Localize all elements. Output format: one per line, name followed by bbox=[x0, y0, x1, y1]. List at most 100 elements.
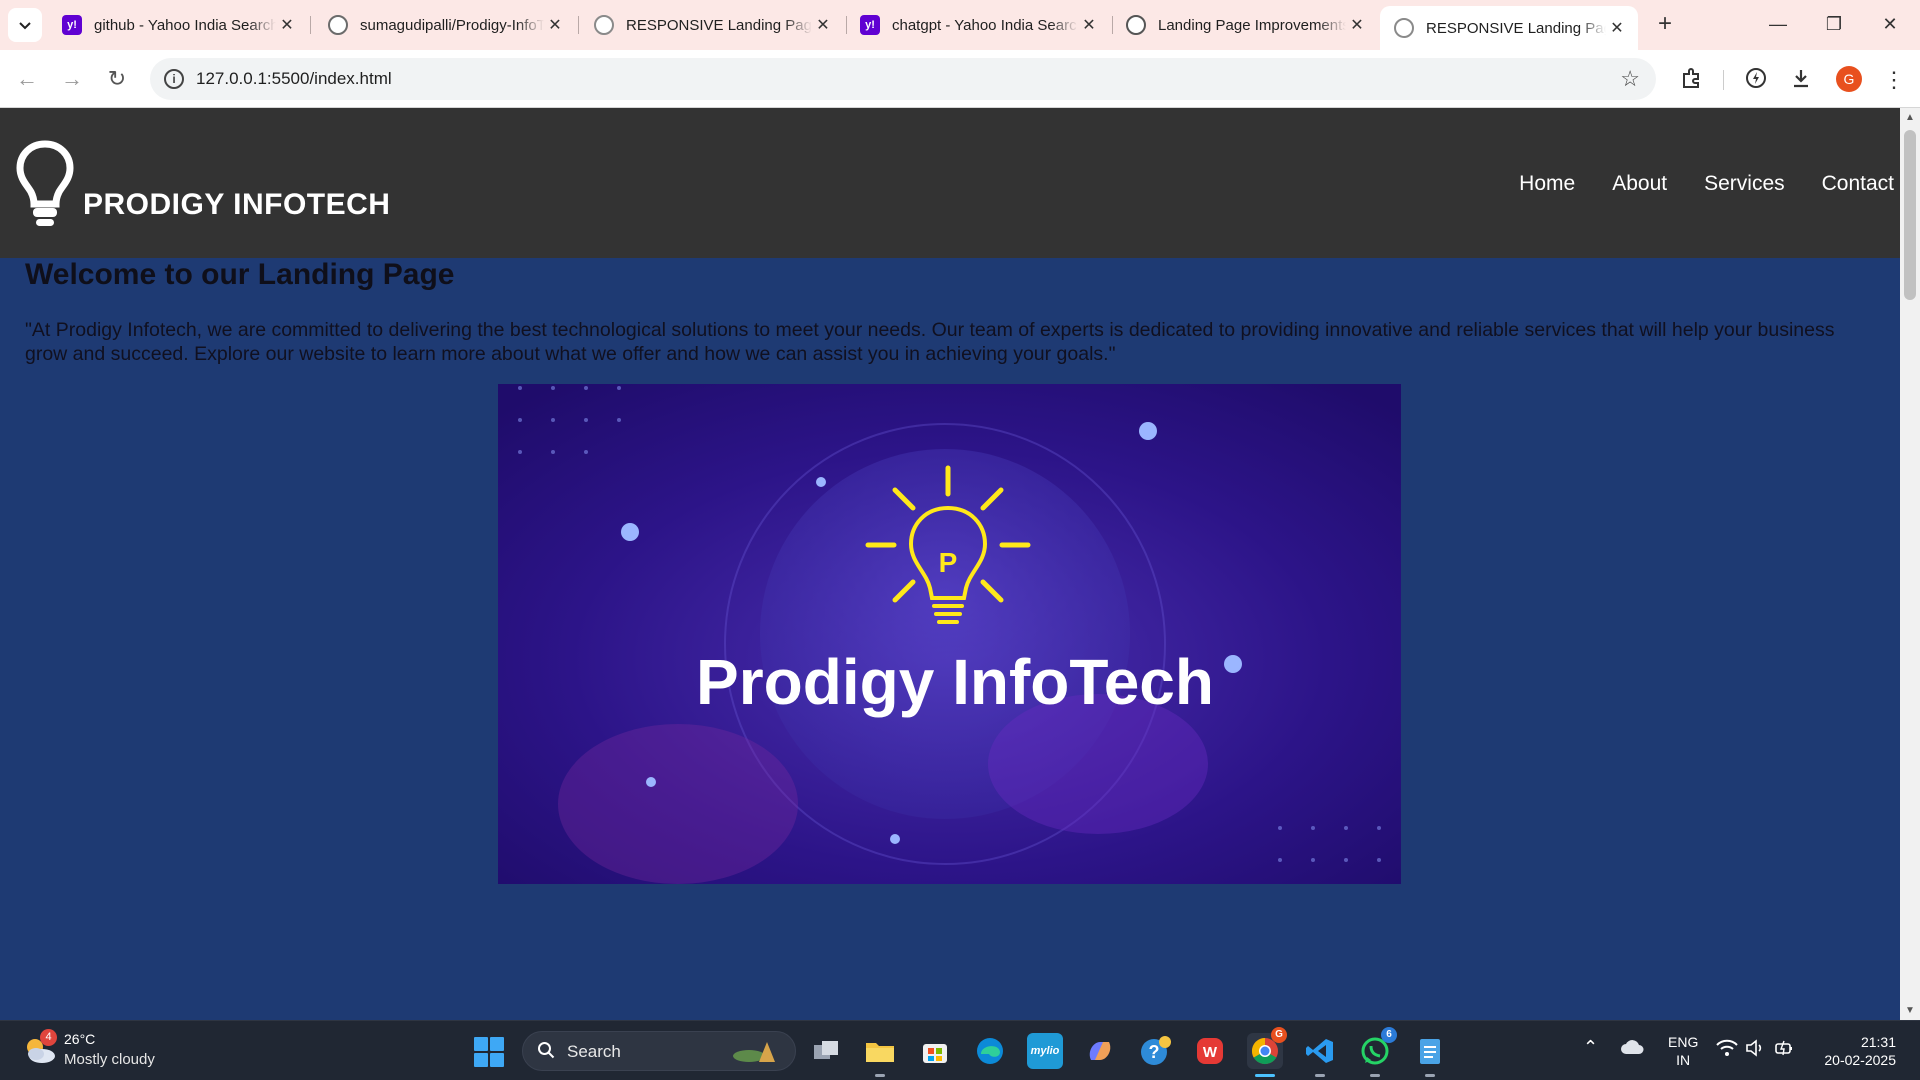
lightbulb-logo-icon bbox=[16, 140, 74, 226]
start-button[interactable] bbox=[474, 1037, 504, 1067]
help-icon[interactable]: ? bbox=[1137, 1033, 1173, 1069]
running-indicator bbox=[1370, 1074, 1380, 1077]
reload-button[interactable]: ↻ bbox=[102, 64, 132, 94]
nav-services-link[interactable]: Services bbox=[1704, 172, 1785, 196]
tab-5[interactable]: Landing Page Improvements ✕ bbox=[1112, 6, 1378, 44]
weather-alert-badge: 4 bbox=[40, 1029, 57, 1046]
page-viewport: PRODIGY INFOTECH Home About Services Con… bbox=[0, 108, 1900, 1020]
battery-charging-icon[interactable] bbox=[1774, 1039, 1796, 1060]
address-bar[interactable]: i 127.0.0.1:5500/index.html ☆ bbox=[150, 58, 1656, 100]
page-heading: Welcome to our Landing Page bbox=[25, 258, 455, 291]
windows-logo-pane bbox=[474, 1053, 488, 1067]
bookmark-star-icon[interactable]: ☆ bbox=[1620, 66, 1640, 92]
volume-icon[interactable] bbox=[1745, 1039, 1765, 1060]
close-icon[interactable]: ✕ bbox=[1346, 15, 1368, 35]
tab-separator bbox=[578, 16, 579, 34]
close-icon[interactable]: ✕ bbox=[544, 15, 566, 35]
onedrive-cloud-icon[interactable] bbox=[1620, 1039, 1644, 1058]
site-brand[interactable]: PRODIGY INFOTECH bbox=[83, 188, 390, 222]
hero-image-title: Prodigy InfoTech bbox=[696, 646, 1214, 718]
show-hidden-icons-chevron-icon[interactable]: ⌃ bbox=[1583, 1037, 1598, 1058]
tab-title: github - Yahoo India Search bbox=[94, 16, 276, 34]
tab-title: sumagudipalli/Prodigy-InfoTech bbox=[360, 16, 544, 34]
performance-icon[interactable] bbox=[1742, 66, 1770, 94]
vscode-icon[interactable] bbox=[1302, 1033, 1338, 1077]
wps-office-icon[interactable]: W bbox=[1192, 1033, 1228, 1069]
language-code: ENG bbox=[1668, 1034, 1699, 1050]
tab-4[interactable]: y! chatgpt - Yahoo India Search ✕ bbox=[846, 6, 1110, 44]
system-clock[interactable]: 21:31 20-02-2025 bbox=[1824, 1033, 1896, 1069]
notepad-icon[interactable] bbox=[1412, 1033, 1448, 1077]
url-text[interactable]: 127.0.0.1:5500/index.html bbox=[196, 69, 392, 89]
search-icon bbox=[538, 1042, 555, 1059]
tab-6-active[interactable]: RESPONSIVE Landing Page ✕ bbox=[1380, 6, 1638, 50]
github-icon bbox=[328, 15, 348, 35]
restore-button[interactable]: ❐ bbox=[1814, 8, 1854, 40]
hero-banner-image: P Prodigy InfoTech bbox=[498, 384, 1401, 884]
tab-title: Landing Page Improvements bbox=[1158, 16, 1346, 34]
profile-avatar[interactable]: G bbox=[1836, 66, 1862, 92]
download-icon[interactable] bbox=[1787, 66, 1815, 94]
whatsapp-icon[interactable]: 6 bbox=[1357, 1027, 1397, 1077]
copilot-icon[interactable] bbox=[1082, 1033, 1118, 1069]
nav-home-link[interactable]: Home bbox=[1519, 172, 1575, 196]
chevron-down-icon bbox=[19, 22, 31, 30]
tab-separator bbox=[310, 16, 311, 34]
extensions-icon[interactable] bbox=[1678, 66, 1706, 94]
weather-condition: Mostly cloudy bbox=[64, 1051, 155, 1068]
svg-text:?: ? bbox=[1149, 1042, 1160, 1062]
chrome-icon[interactable]: G bbox=[1247, 1027, 1287, 1077]
scroll-down-arrow[interactable]: ▼ bbox=[1900, 1005, 1920, 1016]
chatgpt-icon bbox=[1126, 15, 1146, 35]
mylio-icon[interactable]: mylio bbox=[1027, 1033, 1063, 1069]
tab-3[interactable]: RESPONSIVE Landing Page ✕ bbox=[580, 6, 844, 44]
running-indicator bbox=[1425, 1074, 1435, 1077]
region-code: IN bbox=[1676, 1052, 1691, 1068]
wifi-icon[interactable] bbox=[1716, 1039, 1738, 1060]
clock-date: 20-02-2025 bbox=[1824, 1052, 1896, 1068]
site-header: PRODIGY INFOTECH Home About Services Con… bbox=[0, 108, 1900, 258]
task-view-icon[interactable] bbox=[808, 1033, 844, 1069]
intro-paragraph: "At Prodigy Infotech, we are committed t… bbox=[25, 319, 1835, 365]
close-icon[interactable]: ✕ bbox=[812, 15, 834, 35]
page-scrollbar[interactable]: ▲ ▼ bbox=[1900, 108, 1920, 1020]
close-icon[interactable]: ✕ bbox=[276, 15, 298, 35]
site-info-icon[interactable]: i bbox=[164, 69, 184, 89]
weather-temperature: 26°C bbox=[64, 1031, 96, 1047]
nav-about-link[interactable]: About bbox=[1612, 172, 1667, 196]
forward-button[interactable]: → bbox=[57, 64, 87, 94]
toolbar-divider bbox=[1723, 70, 1724, 90]
search-label: Search bbox=[567, 1042, 621, 1061]
new-tab-button[interactable]: + bbox=[1650, 10, 1680, 38]
microsoft-store-icon[interactable] bbox=[917, 1033, 953, 1069]
tab-1[interactable]: y! github - Yahoo India Search ✕ bbox=[48, 6, 308, 44]
taskbar-search-box[interactable]: Search bbox=[522, 1031, 796, 1071]
search-highlight-icon bbox=[733, 1042, 775, 1062]
input-language-indicator[interactable]: ENG IN bbox=[1668, 1033, 1698, 1069]
globe-icon bbox=[1394, 18, 1414, 38]
window-close-button[interactable]: ✕ bbox=[1870, 8, 1910, 40]
windows-logo-pane bbox=[490, 1053, 504, 1067]
menu-kebab-icon[interactable]: ⋮ bbox=[1880, 66, 1908, 94]
windows-taskbar: 4 26°C Mostly cloudy Search mylio ? W G bbox=[0, 1020, 1920, 1080]
svg-text:W: W bbox=[1203, 1044, 1218, 1061]
yahoo-icon: y! bbox=[860, 15, 880, 35]
scrollbar-thumb[interactable] bbox=[1904, 130, 1916, 300]
bulb-letter: P bbox=[939, 547, 958, 578]
whatsapp-unread-badge: 6 bbox=[1381, 1027, 1397, 1043]
windows-logo-pane bbox=[490, 1037, 504, 1051]
running-indicator bbox=[1255, 1074, 1275, 1077]
nav-contact-link[interactable]: Contact bbox=[1822, 172, 1894, 196]
scroll-up-arrow[interactable]: ▲ bbox=[1900, 112, 1920, 123]
close-icon[interactable]: ✕ bbox=[1078, 15, 1100, 35]
tab-title: chatgpt - Yahoo India Search bbox=[892, 16, 1078, 34]
windows-logo-pane bbox=[474, 1037, 488, 1051]
file-explorer-icon[interactable] bbox=[862, 1033, 898, 1077]
close-icon[interactable]: ✕ bbox=[1606, 18, 1628, 38]
back-button[interactable]: ← bbox=[12, 64, 42, 94]
edge-icon[interactable] bbox=[972, 1033, 1008, 1069]
tab-search-button[interactable] bbox=[8, 8, 42, 42]
tab-2[interactable]: sumagudipalli/Prodigy-InfoTech ✕ bbox=[314, 6, 576, 44]
tab-strip: y! github - Yahoo India Search ✕ sumagud… bbox=[0, 0, 1920, 50]
minimize-button[interactable]: — bbox=[1758, 8, 1798, 40]
